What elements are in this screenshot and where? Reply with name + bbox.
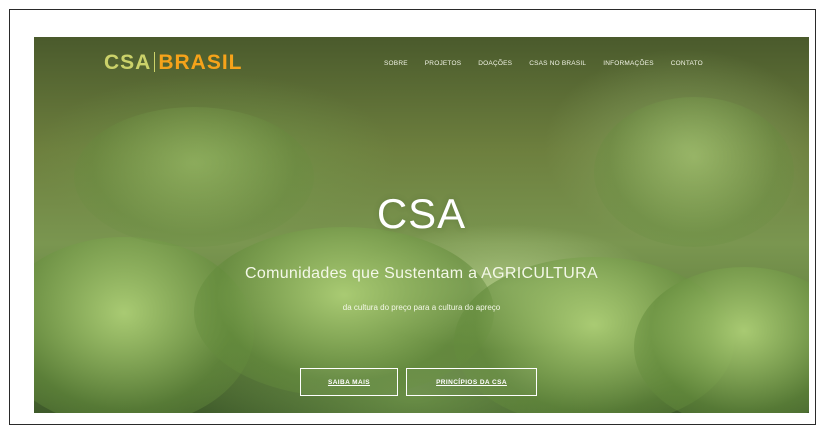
hero-subtitle: Comunidades que Sustentam a AGRICULTURA xyxy=(245,265,598,282)
site-logo[interactable]: CSA BRASIL xyxy=(104,51,243,75)
hero-title: CSA xyxy=(376,190,467,237)
logo-divider xyxy=(154,52,156,72)
hero-section: CSA BRASIL SOBRE PROJETOS DOAÇÕES CSAS NO… xyxy=(34,37,809,413)
learn-more-button[interactable]: SAIBA MAIS xyxy=(300,368,398,396)
nav-item-informacoes[interactable]: INFORMAÇÕES xyxy=(603,60,654,67)
main-nav: SOBRE PROJETOS DOAÇÕES CSAS NO BRASIL IN… xyxy=(384,60,720,67)
logo-brasil: BRASIL xyxy=(158,51,243,74)
nav-item-projetos[interactable]: PROJETOS xyxy=(425,60,462,67)
nav-item-contato[interactable]: CONTATO xyxy=(671,60,703,67)
logo-csa: CSA xyxy=(104,51,152,74)
hero-tagline: da cultura do preço para a cultura do ap… xyxy=(342,303,501,312)
nav-item-csas-no-brasil[interactable]: CSAS NO BRASIL xyxy=(529,60,586,67)
nav-item-sobre[interactable]: SOBRE xyxy=(384,60,408,67)
nav-item-doacoes[interactable]: DOAÇÕES xyxy=(478,60,512,67)
csa-principles-button[interactable]: PRINCÍPIOS DA CSA xyxy=(406,368,537,396)
